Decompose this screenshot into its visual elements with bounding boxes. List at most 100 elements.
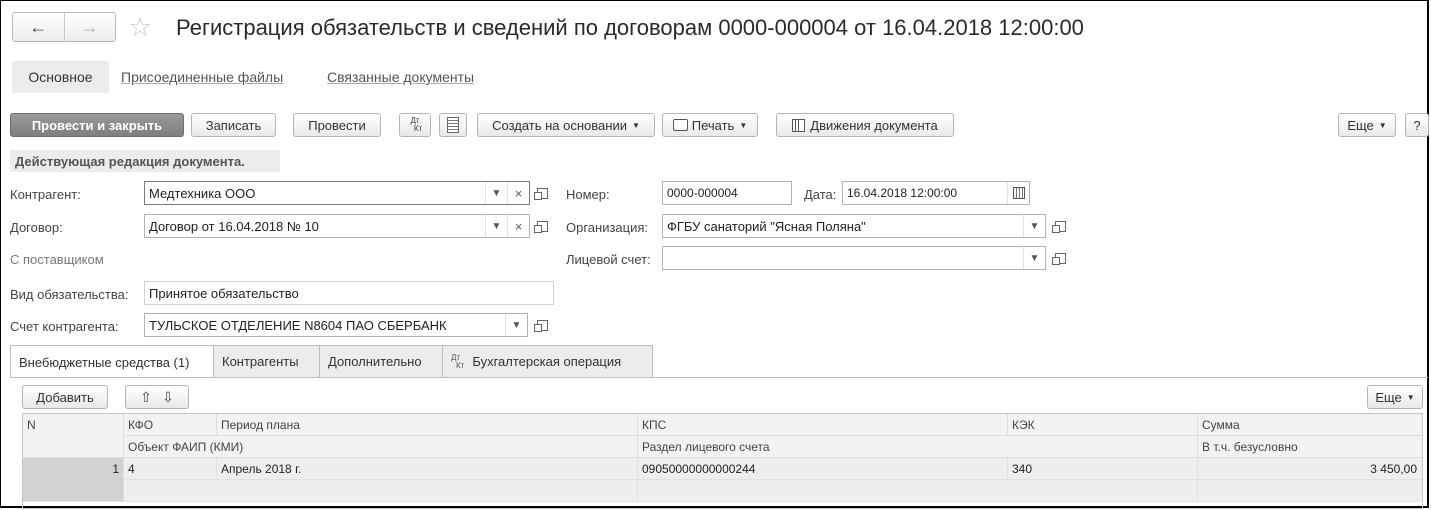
open-personal-account-button[interactable]: [1050, 247, 1070, 269]
header-sum[interactable]: Сумма: [1198, 414, 1422, 436]
open-contract-button[interactable]: [532, 215, 552, 237]
dropdown-arrow-icon[interactable]: ▼: [485, 182, 507, 204]
post-button[interactable]: Провести: [293, 113, 381, 137]
document-movements-button[interactable]: Движения документа: [776, 113, 954, 137]
back-button[interactable]: ←: [13, 13, 64, 41]
help-button[interactable]: ?: [1405, 113, 1429, 137]
date-value: 16.04.2018 12:00:00: [847, 186, 958, 200]
section-tab-files[interactable]: Присоединенные файлы: [121, 69, 283, 85]
open-link-icon: [533, 187, 548, 200]
tab-counterparties[interactable]: Контрагенты: [213, 345, 320, 377]
calendar-icon[interactable]: [1007, 182, 1029, 204]
header-plan-period[interactable]: Период плана: [217, 414, 638, 436]
add-row-label: Добавить: [36, 389, 94, 405]
obligation-type-label: Вид обязательства:: [10, 287, 129, 302]
move-down-icon[interactable]: ⇩: [157, 386, 179, 408]
obligation-type-field: Принятое обязательство: [144, 281, 554, 305]
save-label: Записать: [205, 117, 262, 133]
post-and-close-button[interactable]: Провести и закрыть: [10, 113, 184, 137]
navigation-buttons: ← →: [12, 12, 116, 42]
organization-label: Организация:: [566, 220, 649, 235]
favorite-star-icon[interactable]: ☆: [128, 10, 152, 44]
forward-button[interactable]: →: [63, 13, 116, 41]
header-unconditional[interactable]: В т.ч. безусловно: [1198, 436, 1422, 458]
dt-kt-button[interactable]: Дт Кт: [399, 113, 431, 137]
tab-additional[interactable]: Дополнительно: [319, 345, 443, 377]
forward-arrow-icon: →: [80, 16, 99, 37]
tab-extrabudget-label: Внебюджетные средства (1): [19, 354, 190, 370]
movements-label: Движения документа: [810, 117, 938, 133]
print-button[interactable]: Печать ▼: [662, 113, 758, 137]
row-plan-period[interactable]: Апрель 2018 г.: [217, 458, 638, 480]
organization-field[interactable]: ФГБУ санаторий "Ясная Поляна" ▼: [662, 214, 1046, 238]
clear-icon[interactable]: ×: [507, 182, 529, 204]
back-arrow-icon: ←: [29, 16, 48, 37]
number-label: Номер:: [566, 187, 610, 202]
post-and-close-label: Провести и закрыть: [31, 117, 163, 133]
row-kfo[interactable]: 4: [124, 458, 217, 480]
header-n[interactable]: N: [23, 414, 124, 458]
open-link-icon: [533, 220, 548, 233]
row-account-section[interactable]: [638, 480, 1198, 502]
header-kek[interactable]: КЭК: [1008, 414, 1198, 436]
open-link-icon: [533, 319, 548, 332]
tab-accounting-operation[interactable]: Дт Кт Бухгалтерская операция: [442, 345, 653, 377]
extrabudget-table: N КФО Период плана КПС КЭК Сумма Объект …: [22, 413, 1423, 509]
printer-icon: [672, 119, 688, 131]
with-supplier-label: С поставщиком: [10, 252, 104, 267]
header-kps[interactable]: КПС: [638, 414, 1008, 436]
dt-kt-icon: Дт Кт: [408, 117, 422, 133]
row-unconditional[interactable]: [1198, 480, 1422, 502]
help-label: ?: [1413, 117, 1421, 133]
table-more-button[interactable]: Еще ▼: [1367, 385, 1423, 409]
dropdown-arrow-icon: ▼: [1378, 120, 1387, 130]
tab-counterparties-label: Контрагенты: [222, 354, 299, 369]
open-account-button[interactable]: [532, 314, 552, 336]
page-title: Регистрация обязательств и сведений по д…: [176, 15, 1084, 40]
dropdown-arrow-icon[interactable]: ▼: [1023, 247, 1045, 269]
tab-divider: [10, 377, 1428, 378]
open-organization-button[interactable]: [1050, 215, 1070, 237]
counterparty-account-field[interactable]: ТУЛЬСКОЕ ОТДЕЛЕНИЕ N8604 ПАО СБЕРБАНК ▼: [144, 313, 528, 337]
counterparty-account-value: ТУЛЬСКОЕ ОТДЕЛЕНИЕ N8604 ПАО СБЕРБАНК: [149, 317, 447, 333]
create-based-on-label: Создать на основании: [492, 117, 627, 133]
dropdown-arrow-icon[interactable]: ▼: [1023, 215, 1045, 237]
date-field[interactable]: 16.04.2018 12:00:00: [842, 181, 1030, 205]
print-label: Печать: [691, 117, 735, 133]
kt-label: Кт: [413, 124, 423, 133]
save-button[interactable]: Записать: [191, 113, 276, 137]
contract-label: Договор:: [10, 220, 63, 235]
move-up-icon[interactable]: ⇧: [135, 386, 157, 408]
contract-field[interactable]: Договор от 16.04.2018 № 10 ▼ ×: [144, 214, 530, 238]
create-based-on-button[interactable]: Создать на основании ▼: [477, 113, 655, 137]
header-faip-object[interactable]: Объект ФАИП (КМИ): [124, 436, 638, 458]
more-button[interactable]: Еще ▼: [1338, 113, 1396, 137]
add-row-button[interactable]: Добавить: [22, 385, 108, 409]
counterparty-value: Медтехника ООО: [149, 185, 256, 201]
dropdown-arrow-icon[interactable]: ▼: [485, 215, 507, 237]
section-tab-main[interactable]: Основное: [12, 61, 109, 93]
clear-icon[interactable]: ×: [507, 215, 529, 237]
dropdown-arrow-icon[interactable]: ▼: [505, 314, 527, 336]
row-kps[interactable]: 09050000000000244: [638, 458, 1008, 480]
header-account-section[interactable]: Раздел лицевого счета: [638, 436, 1198, 458]
move-buttons: ⇧ ⇩: [125, 385, 189, 409]
list-icon: [447, 117, 459, 133]
list-button[interactable]: [439, 113, 467, 137]
tab-accounting-operation-label: Бухгалтерская операция: [472, 354, 622, 369]
section-tab-related[interactable]: Связанные документы: [327, 69, 474, 85]
row-sum[interactable]: 3 450,00: [1198, 458, 1422, 480]
open-counterparty-button[interactable]: [532, 182, 552, 204]
table-more-label: Еще: [1375, 389, 1402, 405]
counterparty-field[interactable]: Медтехника ООО ▼ ×: [144, 181, 530, 205]
tab-additional-label: Дополнительно: [328, 354, 422, 369]
tab-extrabudget[interactable]: Внебюджетные средства (1): [10, 345, 214, 378]
number-field[interactable]: 0000-000004: [662, 181, 792, 205]
counterparty-label: Контрагент:: [10, 187, 81, 202]
row-kek[interactable]: 340: [1008, 458, 1198, 480]
row-faip-object[interactable]: [124, 480, 638, 502]
row-number[interactable]: 1: [23, 458, 124, 502]
personal-account-label: Лицевой счет:: [566, 252, 651, 267]
personal-account-field[interactable]: ▼: [662, 246, 1046, 270]
header-kfo[interactable]: КФО: [124, 414, 217, 436]
